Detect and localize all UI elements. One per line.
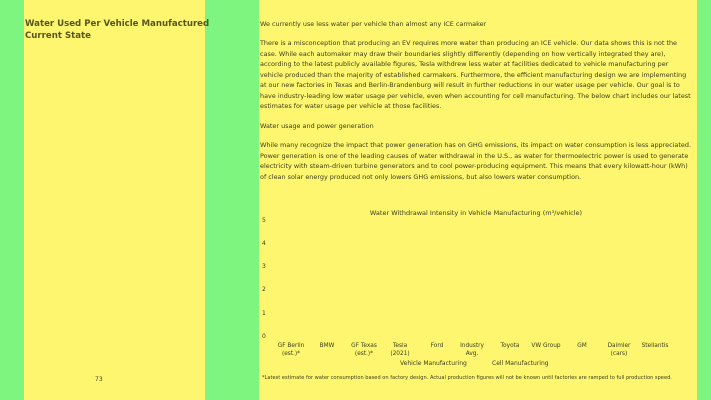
intro-paragraph: There is a misconception that producing … xyxy=(260,39,691,110)
main-heading: We currently use less water per vehicle … xyxy=(260,20,487,28)
gutter-band xyxy=(205,0,259,400)
x-tick-label: BMW xyxy=(319,343,335,349)
x-tick-label: Daimler (cars) xyxy=(607,343,631,357)
y-tick-label: 2 xyxy=(262,286,266,294)
x-tick-label: Stellantis xyxy=(641,343,669,349)
y-tick-label: 3 xyxy=(262,263,266,271)
y-tick-label: 0 xyxy=(262,333,266,340)
x-tick-label: VW Group xyxy=(531,343,561,349)
main-content: We currently use less water per vehicle … xyxy=(260,19,692,192)
page-number: 73 xyxy=(95,376,103,383)
x-tick-label: Tesla (2021) xyxy=(390,343,410,357)
x-group-label-vehicle: Vehicle Manufacturing xyxy=(400,360,467,367)
right-margin-band xyxy=(697,0,711,400)
section-title-line2: Current State xyxy=(25,30,91,41)
section-title-line1: Water Used Per Vehicle Manufactured xyxy=(25,19,210,29)
power-paragraph: While many recognize the impact that pow… xyxy=(260,141,691,181)
y-tick-label: 4 xyxy=(262,239,266,247)
footnote: *Latest estimate for water consumption b… xyxy=(262,375,672,381)
y-tick-label: 5 xyxy=(262,216,266,224)
x-tick-label: GM xyxy=(577,343,587,349)
x-tick-label: Ford xyxy=(430,343,444,349)
y-tick-label: 1 xyxy=(262,309,266,317)
x-tick-label: GF Berlin (est.)* xyxy=(277,343,305,357)
section-title: Water Used Per Vehicle Manufactured Curr… xyxy=(25,19,210,42)
chart-title: Water Withdrawal Intensity in Vehicle Ma… xyxy=(369,209,583,217)
x-tick-label: GF Texas (est.)* xyxy=(351,343,377,357)
x-tick-label: Industry Avg. xyxy=(460,343,484,357)
x-group-label-cell: Cell Manufacturing xyxy=(492,360,549,367)
power-subheading: Water usage and power generation xyxy=(260,122,374,130)
x-tick-label: Toyota xyxy=(500,343,520,349)
left-margin-band xyxy=(0,0,24,400)
